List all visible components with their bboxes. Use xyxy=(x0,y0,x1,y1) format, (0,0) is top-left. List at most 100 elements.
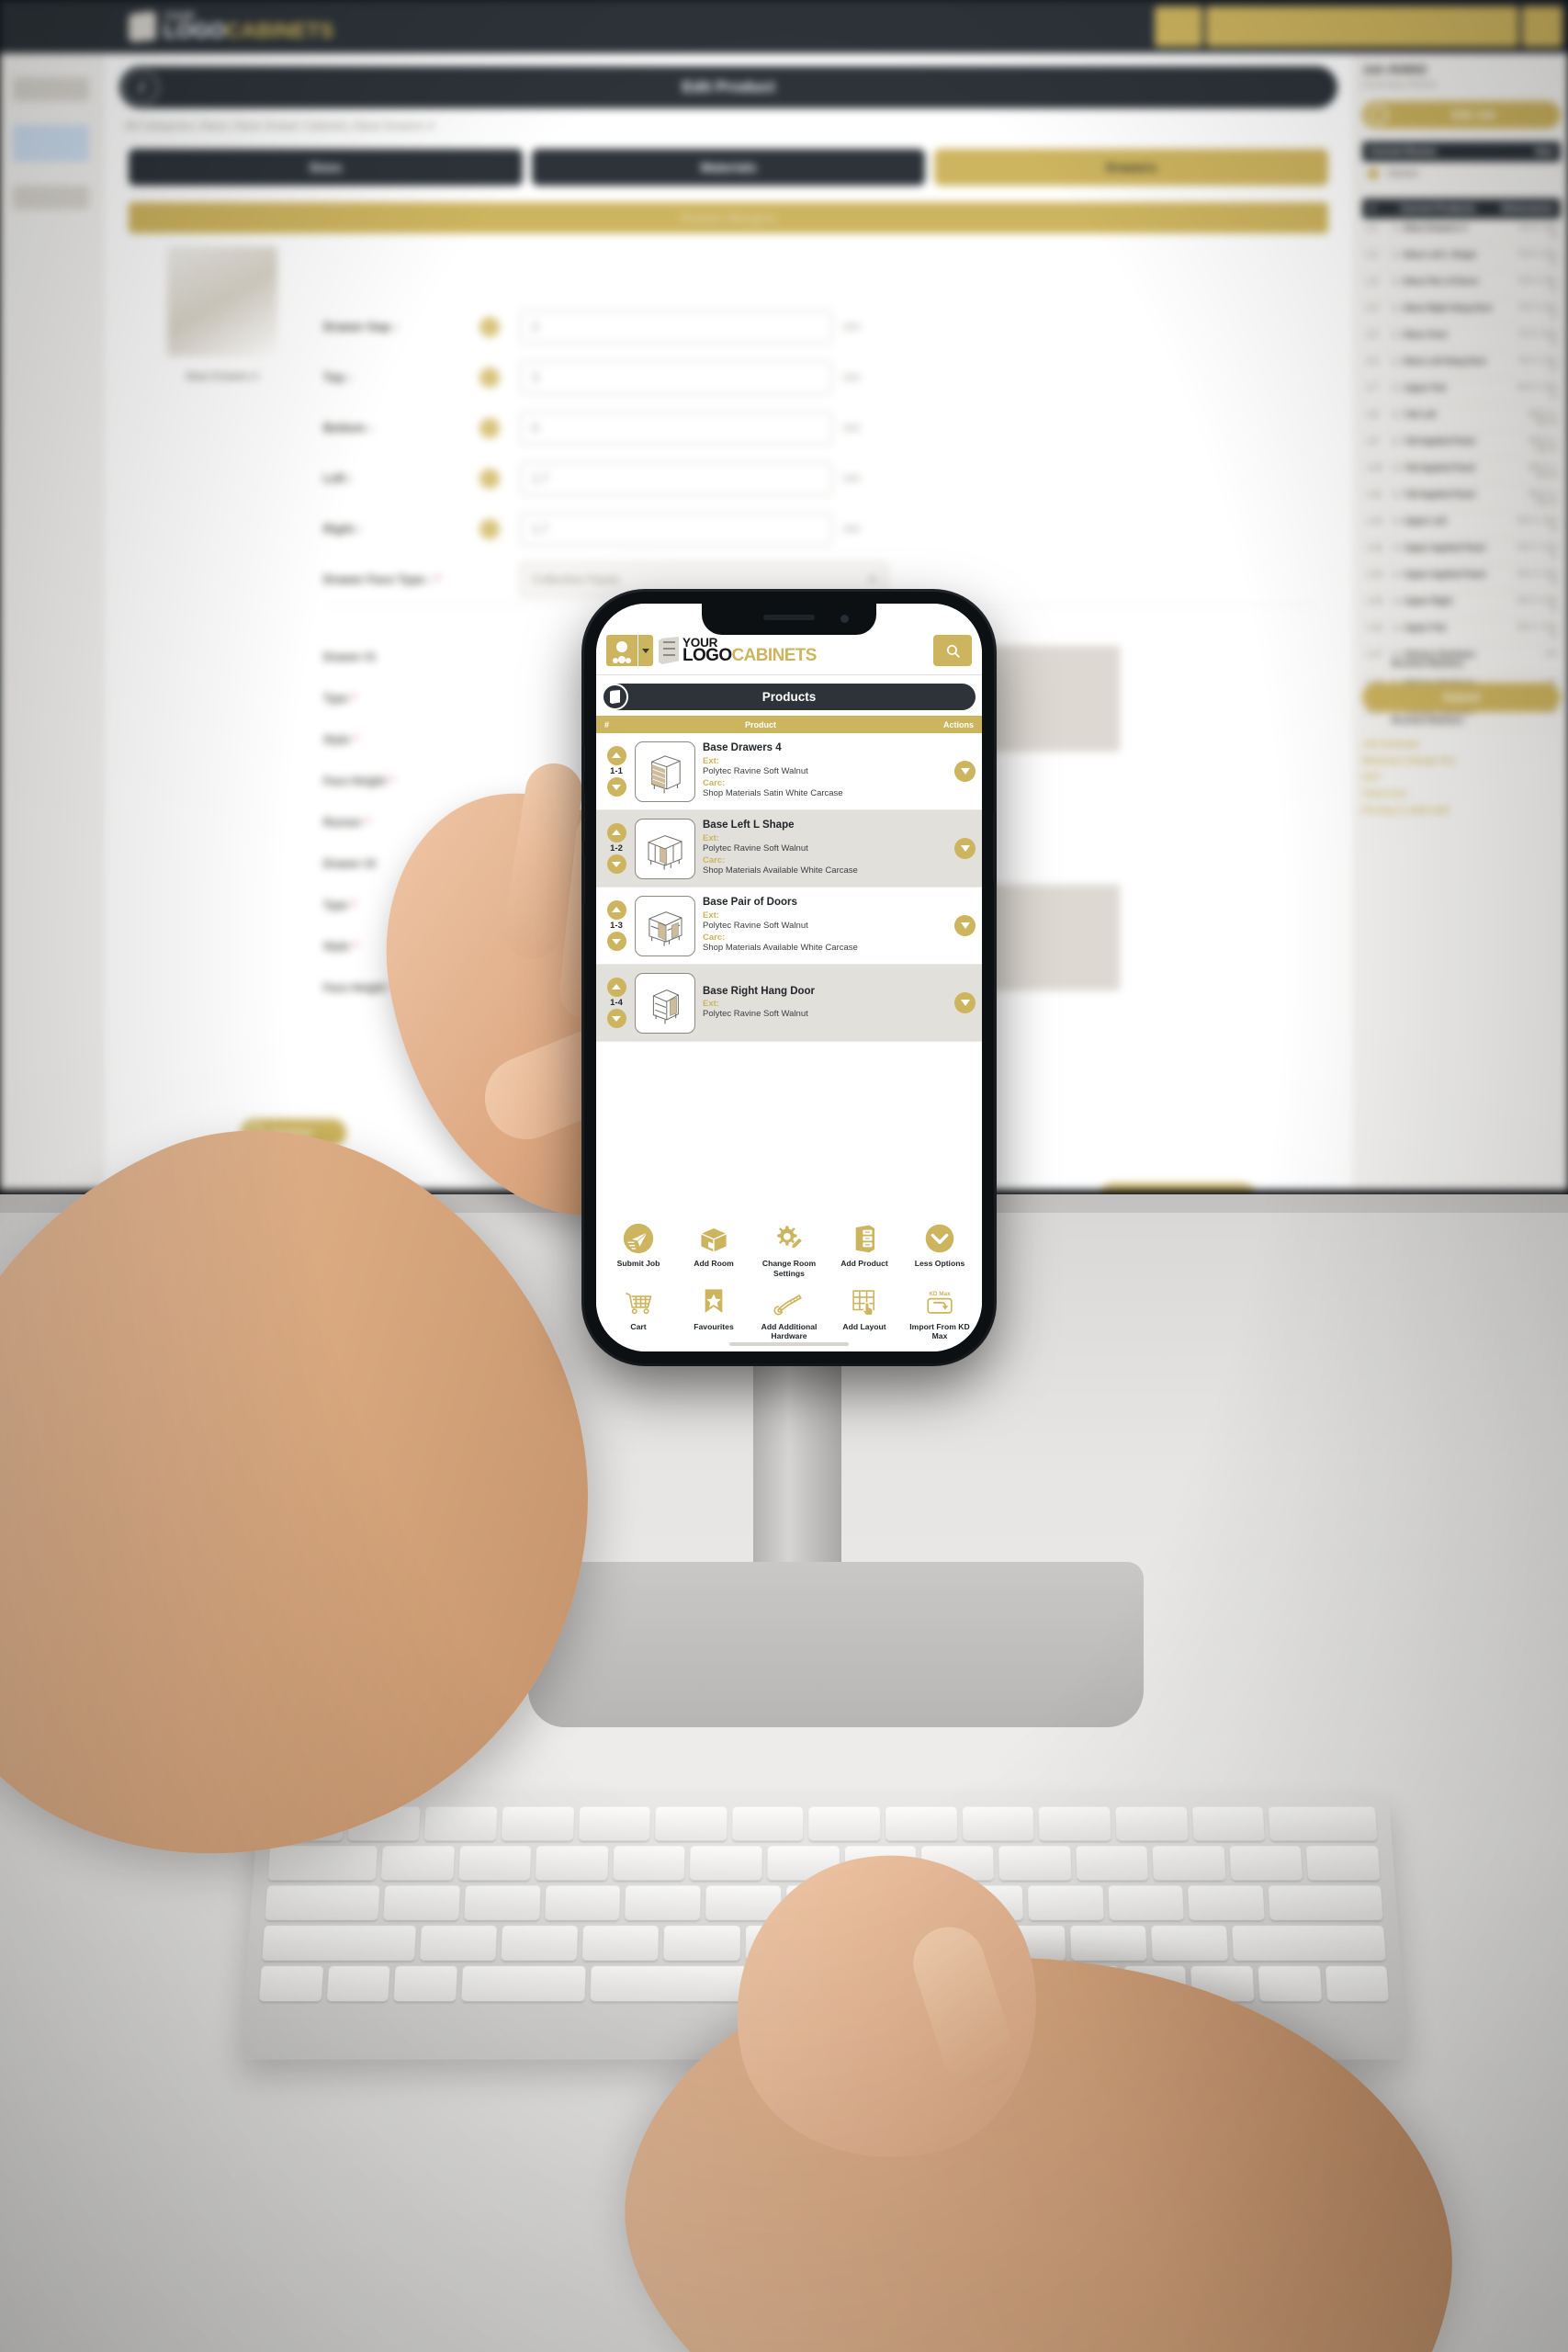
desktop-user-button[interactable] xyxy=(1155,6,1202,47)
field-left-input[interactable]: 1.7 xyxy=(520,461,832,495)
chevron-down-icon[interactable] xyxy=(954,915,976,936)
chevron-down-icon[interactable] xyxy=(606,932,626,952)
job-product-row[interactable]: 1-10 1 x Tall Applied Panel 2000 H x 600 W xyxy=(1362,458,1561,485)
base-pair-of-doors-icon[interactable] xyxy=(635,895,695,956)
field-drawer-gap-input[interactable]: 2 xyxy=(520,310,832,344)
field-right-input[interactable]: 1.7 xyxy=(520,512,832,546)
field-top-input[interactable]: 3 xyxy=(520,360,832,394)
job-product-dims: 720 H x 900 W xyxy=(1517,250,1557,266)
desktop-left-rail[interactable] xyxy=(0,53,103,1190)
chevron-up-icon[interactable] xyxy=(606,977,626,997)
job-product-row[interactable]: 1-5 1 x Base Oven 720 H x 600 W xyxy=(1362,325,1561,352)
job-product-row[interactable]: 1-14 1 x Upper Applied Panel 900 H x 600 W xyxy=(1362,565,1561,592)
rail-item-3[interactable] xyxy=(13,186,89,209)
smartphone[interactable]: YOUR LOGOCABINETS Products # Product Act… xyxy=(581,592,997,1363)
front-camera-icon xyxy=(840,615,849,623)
help-dot-icon[interactable] xyxy=(479,468,500,489)
help-dot-icon[interactable] xyxy=(479,518,500,539)
help-dot-icon[interactable] xyxy=(479,367,500,388)
row-reorder-controls[interactable]: 1-1 xyxy=(603,745,630,797)
rail-item-1[interactable] xyxy=(13,77,89,101)
desktop-search-icon[interactable] xyxy=(1522,6,1562,47)
chevron-down-icon[interactable] xyxy=(954,761,976,782)
phone-volume-up-button[interactable] xyxy=(581,792,585,842)
tab-materials[interactable]: Materials xyxy=(531,149,926,186)
base-right-hang-door-icon[interactable] xyxy=(635,972,695,1034)
chevron-down-icon[interactable] xyxy=(954,992,976,1013)
job-product-row[interactable]: 1-8 1 x Tall Left 2000 H x 600 W xyxy=(1362,405,1561,432)
edit-product-tabs[interactable]: Sizes Materials Drawers xyxy=(129,149,1329,186)
chevron-down-icon[interactable] xyxy=(606,1009,626,1029)
job-product-row[interactable]: 1-13 1 x Upper Applied Panel 900 H x 600 W xyxy=(1362,538,1561,565)
product-list-item[interactable]: 1-3 Base Pair of Doors Ext: Polytec Ravine … xyxy=(596,888,982,965)
job-product-name: 1 x Tall Applied Panel xyxy=(1392,436,1476,446)
tab-sizes[interactable]: Sizes xyxy=(129,149,523,186)
help-dot-icon[interactable] xyxy=(479,316,500,337)
base-drawers-4-icon[interactable] xyxy=(635,741,695,802)
chevron-down-icon[interactable] xyxy=(954,838,976,859)
rail-item-2-active[interactable] xyxy=(13,125,89,162)
row-actions[interactable] xyxy=(950,838,976,859)
job-product-row[interactable]: 1-12 1 x Upper Left 900 H x 600 W xyxy=(1362,512,1561,538)
base-left-l-shape-icon[interactable] xyxy=(635,818,695,879)
chevron-down-icon[interactable] xyxy=(606,777,626,797)
toolbar-button-add-additional-hardware[interactable]: Add Additional Hardware xyxy=(751,1283,827,1340)
mobile-brand-logo[interactable]: YOUR LOGOCABINETS xyxy=(659,637,928,664)
job-product-row[interactable]: 1-11 1 x Tall Applied Panel 2000 H x 600 W xyxy=(1362,485,1561,512)
desktop-search-field[interactable] xyxy=(1206,6,1518,47)
submit-job-button[interactable]: Submit xyxy=(1362,683,1561,712)
edit-icon xyxy=(1370,106,1388,124)
job-product-index: 1-3 xyxy=(1366,277,1379,286)
next-button[interactable] xyxy=(1095,1183,1260,1190)
toolbar-button-favourites[interactable]: Favourites xyxy=(676,1283,751,1340)
chevron-up-icon[interactable] xyxy=(606,822,626,842)
product-list-item[interactable]: 1-2 Base Left L Shape Ext: Polytec Ravine S… xyxy=(596,810,982,888)
room-row-kitchen[interactable]: Kitchen xyxy=(1362,162,1561,186)
help-dot-icon[interactable] xyxy=(479,417,500,438)
phone-volume-down-button[interactable] xyxy=(581,854,585,904)
job-product-row[interactable]: 1-6 1 x Base Left Hang Door 720 H x 450 W xyxy=(1362,352,1561,379)
job-cost-line: Job Estimate xyxy=(1362,740,1420,750)
search-icon[interactable] xyxy=(933,635,972,666)
desktop-logo[interactable]: YOUR LOGOCABINETS xyxy=(129,11,333,42)
chevron-up-icon[interactable] xyxy=(606,899,626,920)
products-list[interactable]: 1-1 Base Drawers 4 Ext: Polytec Ravine Soft… xyxy=(596,733,982,1214)
paper-plane-icon xyxy=(603,1220,674,1257)
job-product-row[interactable]: 1-1 1 x Base Drawers 4 720 H x 600 W xyxy=(1362,219,1561,245)
job-product-row[interactable]: 1-16 1 x Upper Pair 900 H x 900 W xyxy=(1362,618,1561,645)
field-left-label: Left : xyxy=(323,471,353,485)
chevron-up-icon[interactable] xyxy=(606,745,626,765)
field-bottom-input[interactable]: 0 xyxy=(520,411,832,445)
job-product-row[interactable]: 1-7 1 x Upper Pair 900 H x 900 W xyxy=(1362,379,1561,405)
phone-mute-switch[interactable] xyxy=(581,746,585,774)
edit-job-button[interactable]: Edit Job xyxy=(1362,101,1561,129)
toolbar-button-submit-job[interactable]: Submit Job xyxy=(601,1220,676,1277)
product-list-item[interactable]: 1-4 Base Right Hang Door Ext: Polytec Ravin… xyxy=(596,965,982,1042)
phone-power-button[interactable] xyxy=(993,812,997,882)
toolbar-button-less-options[interactable]: Less Options xyxy=(902,1220,977,1277)
user-menu-button[interactable] xyxy=(606,635,653,666)
tab-drawers[interactable]: Drawers xyxy=(934,149,1329,186)
job-product-row[interactable]: 1-4 1 x Base Right Hang Door 720 H x 600 W xyxy=(1362,299,1561,325)
row-reorder-controls[interactable]: 1-3 xyxy=(603,899,630,952)
breadcrumb[interactable]: All Categories | Base | Base Drawer Cabi… xyxy=(125,119,1354,132)
job-product-row[interactable]: 1-17 4 x Hickory Hardware Brushed Stainle… xyxy=(1362,645,1561,673)
toolbar-button-add-product[interactable]: Add Product xyxy=(827,1220,902,1277)
job-product-row[interactable]: 1-2 1 x Base Left L Shape 720 H x 900 W xyxy=(1362,245,1561,272)
row-reorder-controls[interactable]: 1-2 xyxy=(603,822,630,875)
job-product-row[interactable]: 1-15 1 x Upper Right 900 H x 600 W xyxy=(1362,592,1561,618)
toolbar-button-add-room[interactable]: Add Room xyxy=(676,1220,751,1277)
row-actions[interactable] xyxy=(950,915,976,936)
chevron-down-icon[interactable] xyxy=(606,854,626,875)
row-reorder-controls[interactable]: 1-4 xyxy=(603,977,630,1029)
desktop-job-panel: Job #54902 Greenway Kitchen Edit Job Cur… xyxy=(1354,53,1568,1190)
toolbar-button-add-layout[interactable]: Add Layout xyxy=(827,1283,902,1340)
toolbar-button-cart[interactable]: Cart xyxy=(601,1283,676,1340)
toolbar-button-import-from-kd-max[interactable]: KD Max Import From KD Max xyxy=(902,1283,977,1340)
job-product-row[interactable]: 1-3 1 x Base Pair of Doors 720 H x 900 W xyxy=(1362,272,1561,299)
row-actions[interactable] xyxy=(950,992,976,1013)
product-list-item[interactable]: 1-1 Base Drawers 4 Ext: Polytec Ravine Soft… xyxy=(596,733,982,810)
row-actions[interactable] xyxy=(950,761,976,782)
job-product-row[interactable]: 1-9 1 x Tall Applied Panel 2000 H x 600 W xyxy=(1362,432,1561,458)
toolbar-button-change-room-settings[interactable]: Change Room Settings xyxy=(751,1220,827,1278)
